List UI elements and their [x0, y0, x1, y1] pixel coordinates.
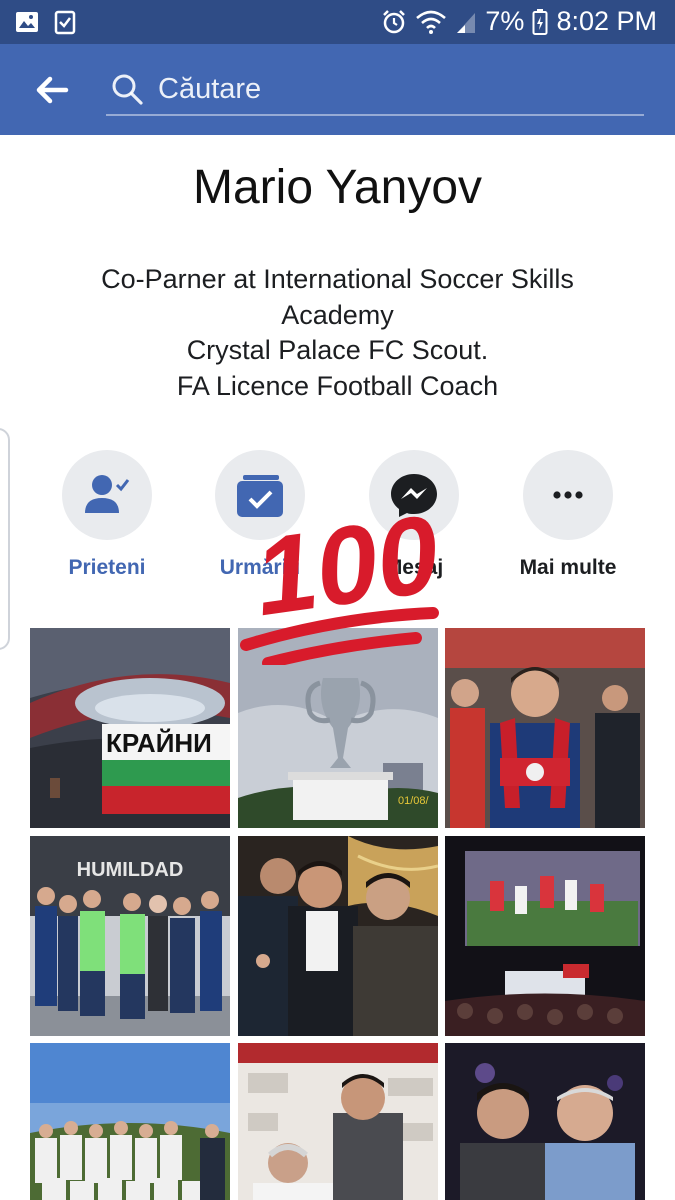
gallery-notification-icon: [16, 12, 38, 32]
signal-icon: [457, 12, 476, 33]
photo-screen-event[interactable]: [445, 836, 645, 1036]
following-button-label: Urmăriți: [219, 556, 301, 579]
following-button-circle: [215, 450, 305, 540]
two-men-image: [445, 1043, 645, 1200]
team-group-image: HUMILDAD: [30, 836, 230, 1036]
bio-line: FA Licence Football Coach: [176, 370, 499, 401]
friends-button[interactable]: Prieteni: [37, 450, 177, 580]
profile-bio: Co-Parner at International Soccer Skills…: [40, 262, 635, 404]
message-button[interactable]: Mesaj: [344, 450, 484, 580]
more-button-circle: [523, 450, 613, 540]
signing-event-image: [238, 1043, 438, 1200]
screen-event-image: [445, 836, 645, 1036]
photo-signing[interactable]: [238, 1043, 438, 1200]
photo-trophy[interactable]: 01/08/: [238, 628, 438, 828]
more-button[interactable]: Mai multe: [498, 450, 638, 580]
search-icon: [112, 74, 143, 105]
alarm-icon: [383, 9, 406, 33]
battery-icon: [532, 8, 548, 35]
status-bar: 7% 8:02 PM: [0, 0, 675, 44]
bio-line: Academy: [281, 299, 394, 330]
bio-line: Crystal Palace FC Scout.: [186, 335, 489, 365]
battery-percent: 7%: [485, 6, 525, 36]
photo-date-stamp: 01/08/: [398, 795, 430, 807]
wifi-icon: [416, 10, 447, 34]
photo-group-selfie[interactable]: [238, 836, 438, 1036]
friends-check-icon: [85, 475, 130, 513]
photo-stadium-flag[interactable]: КРАЙНИ: [30, 628, 230, 828]
messenger-icon: [391, 474, 437, 517]
photo-team-humildad[interactable]: HUMILDAD: [30, 836, 230, 1036]
svg-text:HUMILDAD: HUMILDAD: [77, 859, 184, 881]
clipboard-check-icon: [54, 10, 76, 35]
clock: 8:02 PM: [556, 6, 657, 36]
profile-name: Mario Yanyov: [192, 161, 483, 214]
following-check-icon: [237, 475, 283, 517]
team-outdoor-image: [30, 1043, 230, 1200]
svg-text:КРАЙНИ: КРАЙНИ: [106, 728, 212, 758]
fan-scarf-image: [445, 628, 645, 828]
photo-two-men[interactable]: [445, 1043, 645, 1200]
more-button-label: Mai multe: [519, 556, 617, 579]
back-arrow-icon[interactable]: [30, 68, 74, 112]
photo-team-outdoor[interactable]: [30, 1043, 230, 1200]
bio-line: Co-Parner at International Soccer Skills: [101, 264, 574, 294]
group-selfie-image: [238, 836, 438, 1036]
photo-fan-scarf[interactable]: [445, 628, 645, 828]
following-button[interactable]: Urmăriți: [190, 450, 330, 580]
trophy-image: 01/08/: [238, 628, 438, 828]
profile-actions: Prieteni Urmăriți Mesaj Mai multe: [0, 450, 675, 590]
message-button-circle: [369, 450, 459, 540]
more-dots-icon: [553, 491, 583, 499]
stadium-flag-image: КРАЙНИ: [30, 628, 230, 828]
message-button-label: Mesaj: [384, 556, 444, 579]
search-placeholder: Căutare: [158, 73, 262, 105]
app-bar: Căutare: [0, 44, 675, 135]
search-field[interactable]: Căutare: [106, 64, 644, 116]
friends-button-label: Prieteni: [68, 556, 146, 579]
friends-button-circle: [62, 450, 152, 540]
